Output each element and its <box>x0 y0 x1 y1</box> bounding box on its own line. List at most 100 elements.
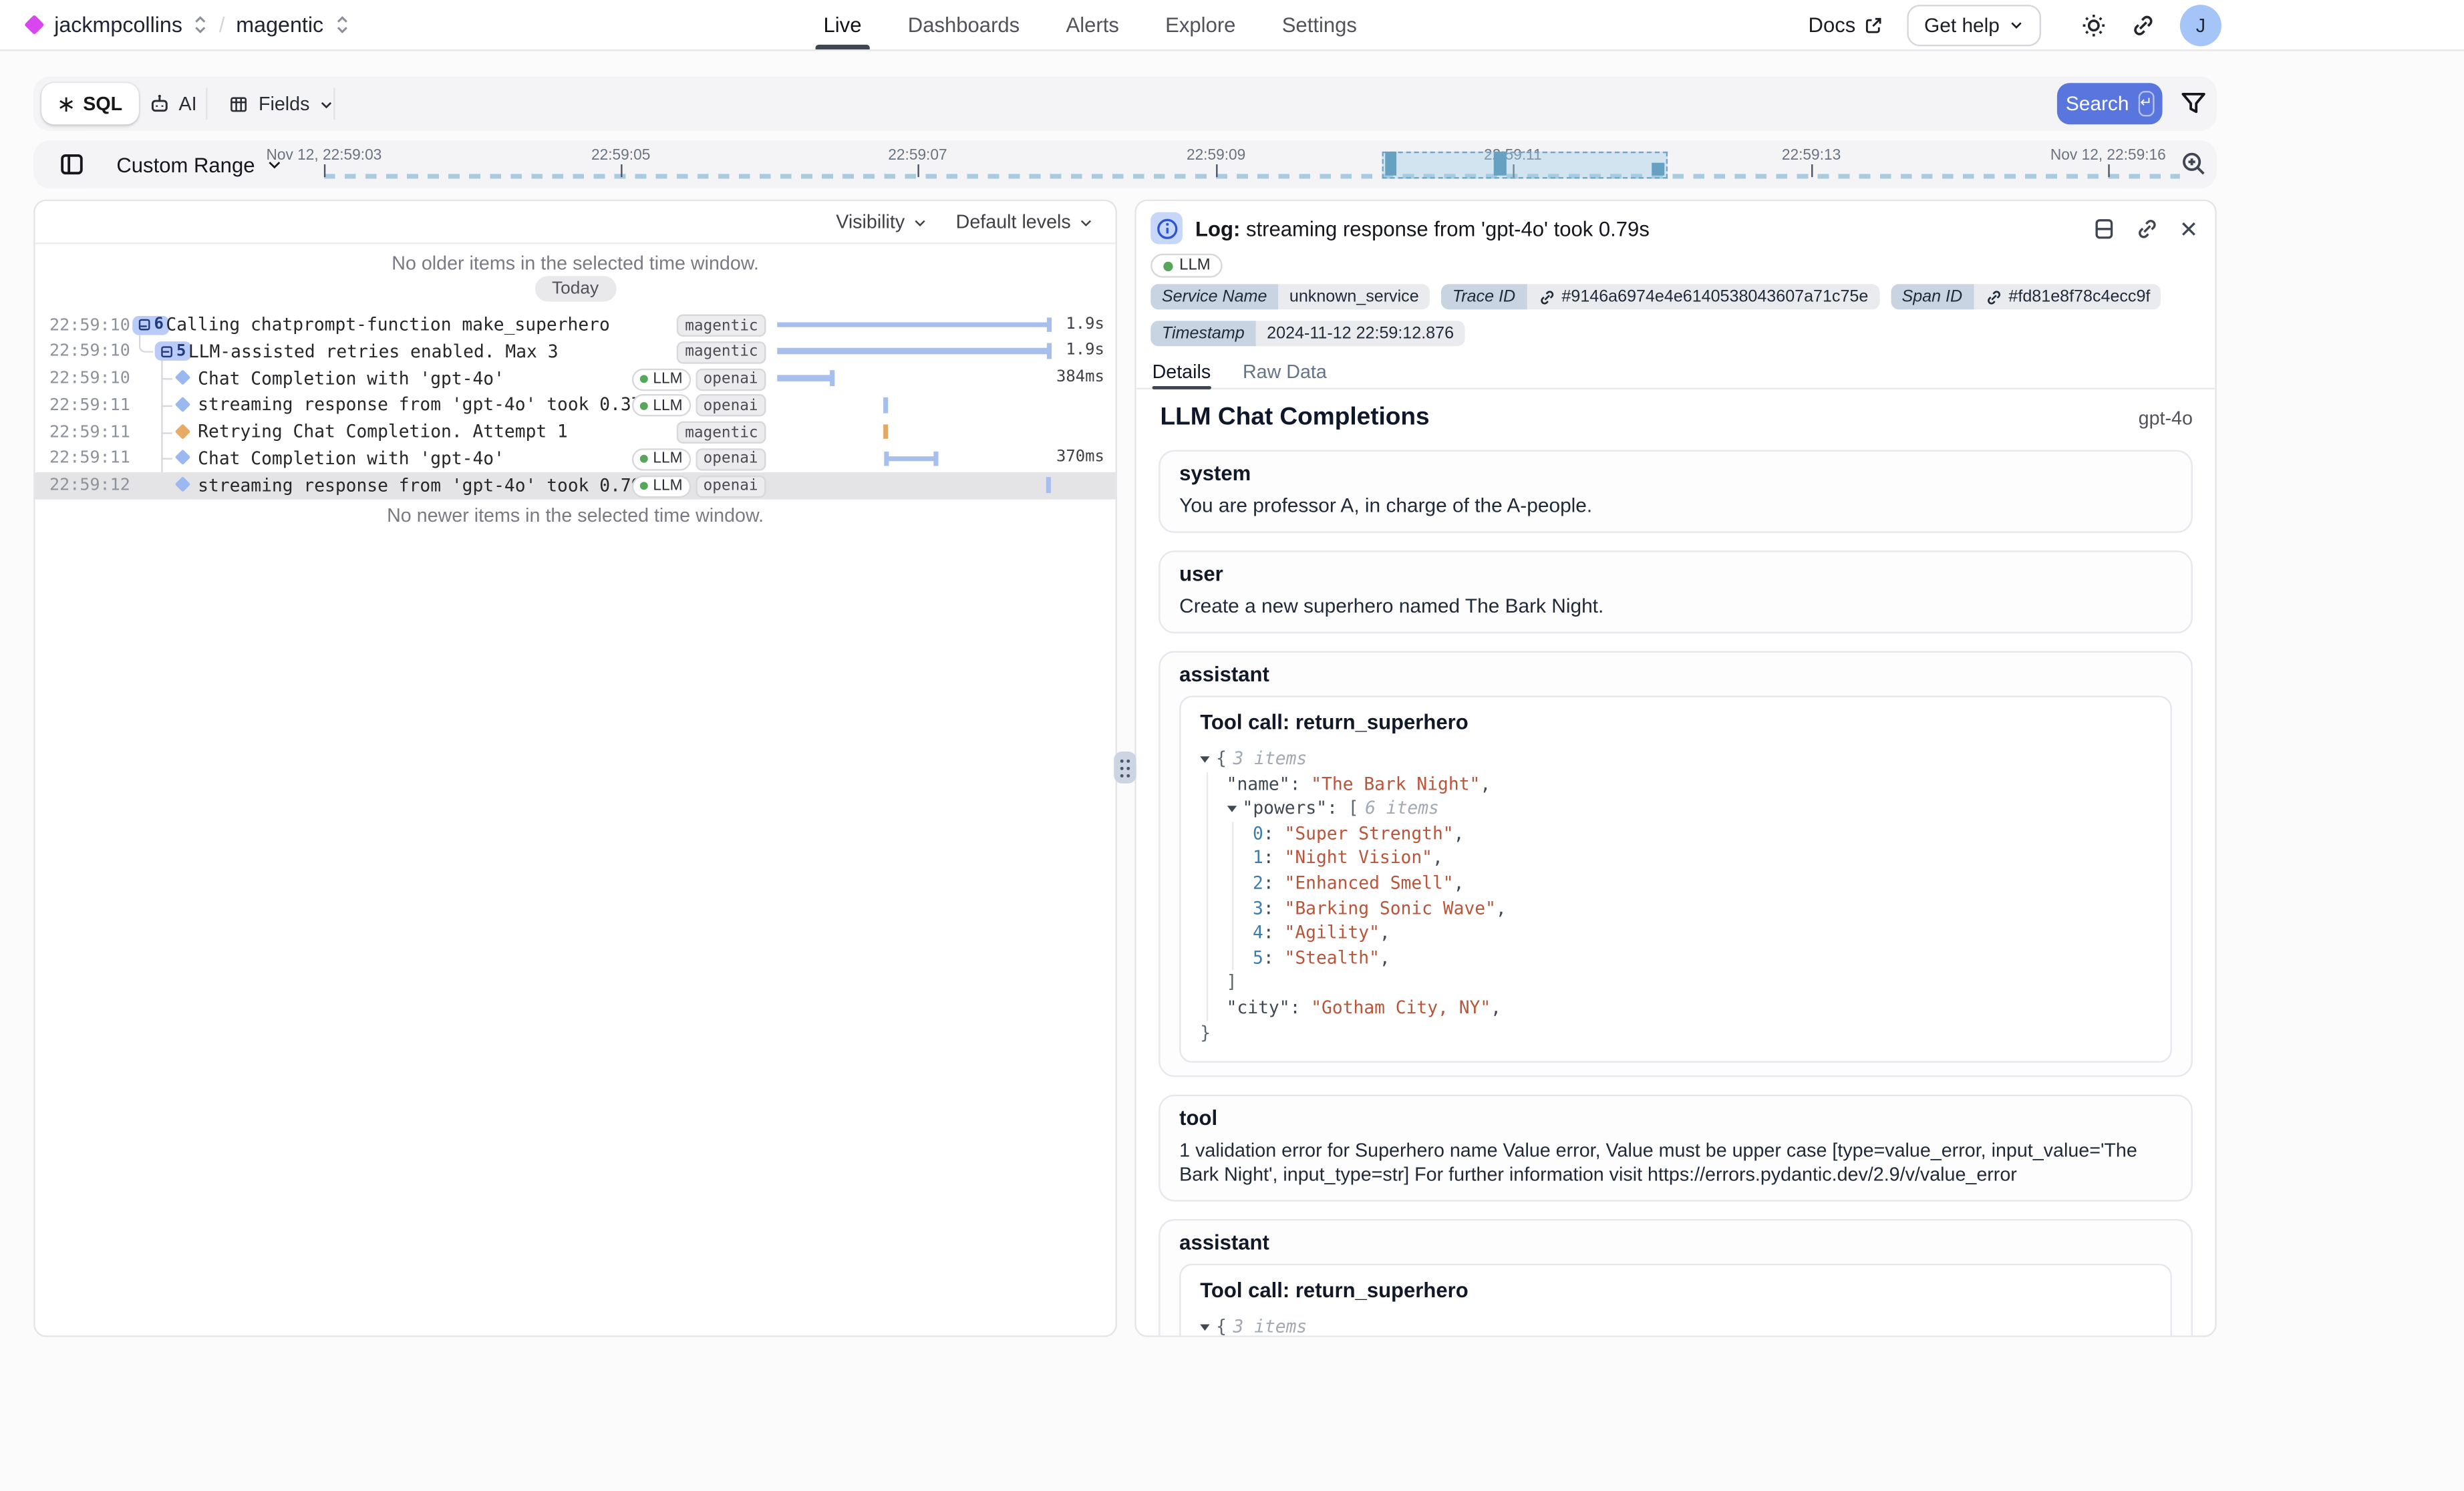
project-selector-chevrons-icon[interactable] <box>335 14 349 35</box>
sparkle-icon <box>57 95 75 112</box>
gantt-tick <box>883 424 888 440</box>
zoom-in-icon[interactable] <box>2180 150 2207 178</box>
log-row[interactable]: 22:59:11 Retrying Chat Completion. Attem… <box>35 418 1116 445</box>
timeline-selection[interactable] <box>1382 151 1668 179</box>
log-message: Retrying Chat Completion. Attempt 1 <box>198 422 568 442</box>
log-timestamp: 22:59:10 <box>49 315 130 335</box>
timeline-tick-label: Nov 12, 22:59:16 <box>2050 147 2166 164</box>
chevron-down-icon <box>913 214 927 228</box>
tab-dashboards[interactable]: Dashboards <box>908 0 1020 49</box>
detail-title-text: streaming response from 'gpt-4o' took 0.… <box>1246 216 1650 240</box>
gantt-bar <box>777 375 833 381</box>
close-icon[interactable] <box>2178 218 2199 238</box>
json-line[interactable]: "powers": [6 items <box>1227 796 2151 821</box>
tab-explore[interactable]: Explore <box>1165 0 1235 49</box>
meta-value: unknown_service <box>1278 284 1430 309</box>
share-link-icon[interactable] <box>2131 12 2156 37</box>
panel-resize-handle[interactable] <box>1114 752 1136 784</box>
org-selector-chevrons-icon[interactable] <box>194 14 208 35</box>
histogram-bar <box>1494 152 1507 176</box>
copy-link-icon[interactable] <box>2135 216 2159 240</box>
llm-span-diamond-icon <box>175 369 191 385</box>
org-selector[interactable]: jackmpcollins <box>54 13 182 37</box>
robot-icon <box>148 93 170 115</box>
detail-header-icons <box>2092 216 2199 240</box>
collapse-caret-icon[interactable] <box>1200 756 1209 763</box>
ai-mode-button[interactable]: AI <box>136 83 210 124</box>
docs-link[interactable]: Docs <box>1809 13 1883 37</box>
section-title: LLM Chat Completions <box>1161 403 1430 432</box>
navbar-actions: Docs Get help J <box>1809 0 2221 49</box>
log-message: streaming response from 'gpt-4o' took 0.… <box>198 395 652 416</box>
tab-live[interactable]: Live <box>824 0 862 49</box>
time-range-selector[interactable]: Custom Range <box>116 140 282 188</box>
chevron-down-icon <box>2009 17 2023 31</box>
tab-details[interactable]: Details <box>1152 354 1211 387</box>
timeline-tick-label: 22:59:13 <box>1782 147 1841 164</box>
gantt-tick <box>883 397 888 413</box>
log-row[interactable]: 22:59:10 6 Calling chatprompt-function m… <box>35 311 1116 338</box>
histogram-bar <box>1652 163 1664 176</box>
histogram-bar <box>1385 152 1396 176</box>
section-header: LLM Chat Completions gpt-4o <box>1161 403 2193 432</box>
log-row[interactable]: 22:59:10 Chat Completion with 'gpt-4o' L… <box>35 365 1116 391</box>
collapse-minus-icon <box>160 346 172 357</box>
ai-label: AI <box>179 93 197 115</box>
tag-openai: openai <box>696 395 766 417</box>
collapse-panel-icon[interactable] <box>59 152 84 177</box>
detail-title-prefix: Log: <box>1195 216 1240 240</box>
log-row[interactable]: 22:59:11 streaming response from 'gpt-4o… <box>35 391 1116 418</box>
theme-toggle-sun-icon[interactable] <box>2081 12 2107 37</box>
tag-llm: LLM <box>632 368 690 390</box>
meta-label: Service Name <box>1150 284 1278 309</box>
json-tree: {3 items "name": "The Bark Night", "powe… <box>1200 747 2151 1045</box>
log-list-header: Visibility Default levels <box>35 201 1116 244</box>
get-help-button[interactable]: Get help <box>1907 4 2041 45</box>
search-input[interactable] <box>353 83 2035 128</box>
breadcrumb-separator: / <box>219 13 225 37</box>
trace-id-badge[interactable]: Trace ID #9146a6974e4e6140538043607a71c7… <box>1441 284 1879 309</box>
filter-funnel-icon[interactable] <box>2180 90 2207 117</box>
tag-magentic: magentic <box>677 315 766 337</box>
json-line[interactable]: {3 items <box>1200 747 2151 772</box>
span-collapse-badge[interactable]: 5 <box>155 342 192 361</box>
visibility-label: Visibility <box>836 210 905 232</box>
fields-button[interactable]: Fields <box>215 83 346 124</box>
json-line: 5: "Stealth", <box>1253 946 2151 971</box>
green-dot-icon <box>640 375 648 383</box>
collapse-caret-icon[interactable] <box>1227 806 1236 813</box>
tab-raw-data[interactable]: Raw Data <box>1243 354 1327 387</box>
split-view-icon[interactable] <box>2092 216 2116 240</box>
log-timestamp: 22:59:11 <box>49 449 130 468</box>
levels-dropdown[interactable]: Default levels <box>956 210 1094 232</box>
message-content: 1 validation error for Superhero name Va… <box>1179 1140 2172 1188</box>
collapse-caret-icon[interactable] <box>1200 1325 1209 1331</box>
tool-call-card: Tool call: return_superhero {3 items "na… <box>1179 695 2172 1063</box>
log-timestamp: 22:59:11 <box>49 395 130 415</box>
log-row[interactable]: 22:59:11 Chat Completion with 'gpt-4o' L… <box>35 445 1116 472</box>
toolbar-divider <box>206 88 207 120</box>
json-line[interactable]: {3 items <box>1200 1315 2151 1337</box>
search-button[interactable]: Search ↵ <box>2057 83 2163 124</box>
child-count: 6 <box>154 316 163 333</box>
duration-label: 1.9s <box>1066 315 1104 333</box>
metadata-badges: Service Name unknown_service Trace ID #9… <box>1150 284 2199 346</box>
today-pill[interactable]: Today <box>534 276 617 301</box>
tick-mark <box>917 164 919 177</box>
meta-label: Span ID <box>1891 284 1974 309</box>
log-row[interactable]: 22:59:10 5 LLM-assisted retries enabled.… <box>35 338 1116 365</box>
sql-mode-button[interactable]: SQL <box>41 83 138 124</box>
project-selector[interactable]: magentic <box>236 13 323 37</box>
link-icon <box>1538 288 1555 305</box>
message-role: system <box>1179 461 2172 485</box>
duration-label: 384ms <box>1056 369 1104 386</box>
span-id-badge[interactable]: Span ID #fd81e8f78c4ecc9f <box>1891 284 2161 309</box>
log-row-selected[interactable]: 22:59:12 streaming response from 'gpt-4o… <box>35 472 1116 499</box>
tab-alerts[interactable]: Alerts <box>1066 0 1119 49</box>
tab-settings[interactable]: Settings <box>1282 0 1357 49</box>
visibility-dropdown[interactable]: Visibility <box>836 210 927 232</box>
span-collapse-badge[interactable]: 6 <box>132 315 169 335</box>
green-dot-icon <box>640 456 648 464</box>
chevron-down-icon <box>1079 214 1093 228</box>
user-avatar[interactable]: J <box>2180 4 2221 45</box>
